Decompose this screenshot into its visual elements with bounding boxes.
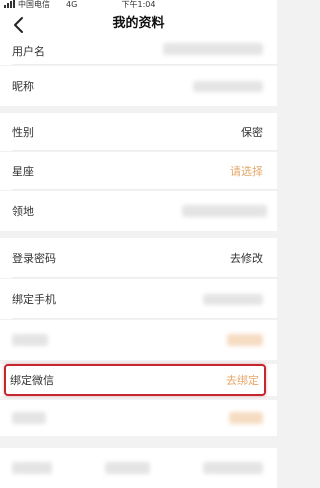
chevron-left-icon — [14, 17, 23, 33]
row-password[interactable]: 登录密码 去修改 — [0, 238, 277, 278]
gender-value: 保密 — [241, 126, 263, 139]
status-bar: 中国电信 4G 下午1:04 — [0, 0, 277, 9]
divider — [12, 318, 277, 319]
clock: 下午1:04 — [121, 0, 156, 9]
territory-value-blurred — [182, 205, 267, 217]
phone-value-blurred — [203, 294, 263, 305]
row-label-territory: 领地 — [12, 205, 34, 218]
row-label-bind-phone: 绑定手机 — [12, 293, 56, 306]
back-button[interactable] — [10, 15, 30, 35]
row-blurred-2[interactable] — [0, 400, 277, 436]
row-label-nickname: 昵称 — [12, 80, 34, 93]
row-bind-phone[interactable]: 绑定手机 — [0, 279, 277, 319]
row-username[interactable]: 用户名 — [0, 39, 277, 65]
row-value-blurred — [227, 334, 263, 346]
row-blurred[interactable] — [0, 320, 277, 360]
row-label-blurred — [12, 412, 46, 424]
divider — [12, 277, 277, 278]
nav-bar: 我的资料 — [0, 9, 277, 39]
divider — [12, 150, 277, 151]
row-gender[interactable]: 性别 保密 — [0, 113, 277, 151]
page-title: 我的资料 — [112, 16, 165, 31]
divider — [12, 64, 277, 65]
row-constellation[interactable]: 星座 请选择 — [0, 152, 277, 190]
constellation-value: 请选择 — [230, 165, 263, 178]
row-label-password: 登录密码 — [12, 252, 56, 265]
highlight-box — [4, 364, 266, 396]
nickname-value-blurred — [193, 81, 263, 92]
row-label-gender: 性别 — [12, 126, 34, 139]
row-blurred-3[interactable] — [0, 448, 277, 488]
row-middle-blurred — [105, 462, 150, 474]
row-label-constellation: 星座 — [12, 165, 34, 178]
row-value-blurred — [229, 412, 263, 424]
row-nickname[interactable]: 昵称 — [0, 66, 277, 106]
row-label-username: 用户名 — [12, 45, 45, 58]
row-label-blurred — [12, 462, 52, 474]
row-value-blurred — [203, 462, 263, 474]
row-label-blurred — [12, 334, 48, 346]
username-value-blurred — [163, 43, 263, 55]
divider — [12, 189, 277, 190]
password-value: 去修改 — [230, 252, 263, 265]
row-territory[interactable]: 领地 — [0, 191, 277, 231]
